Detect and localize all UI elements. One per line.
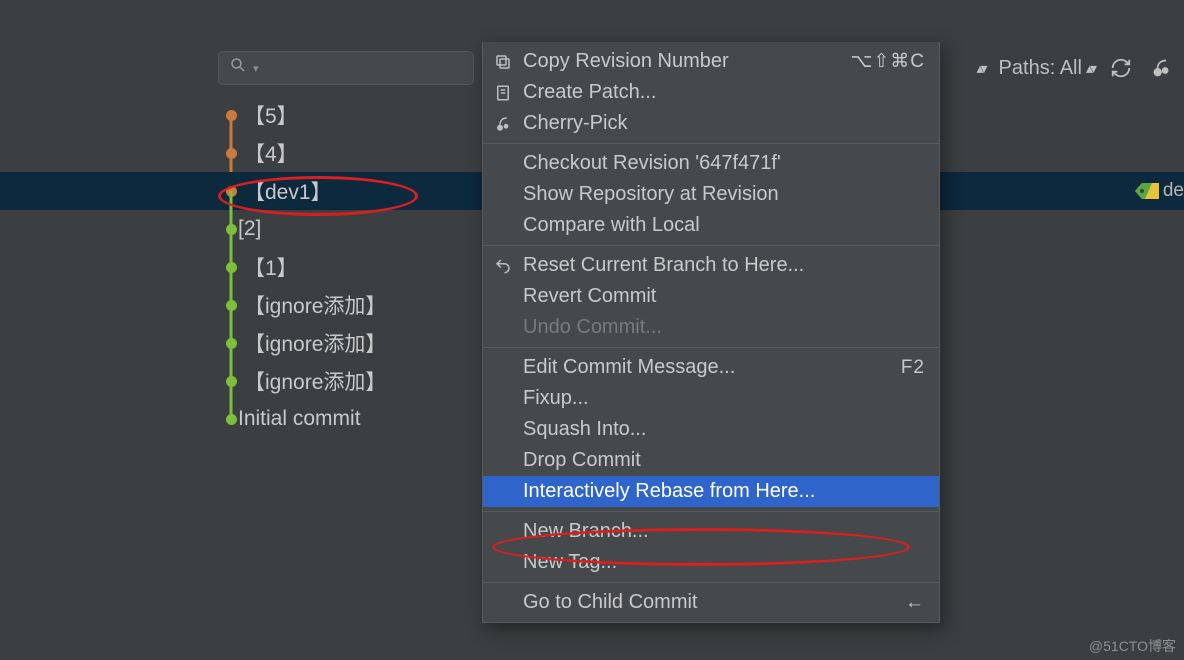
editor-area-strip <box>0 0 1184 42</box>
tag-icon <box>1135 182 1159 200</box>
paths-filter-dropdown[interactable]: Paths: All ▴▾ <box>999 57 1094 80</box>
menu-label: Create Patch... <box>523 81 656 104</box>
updown-icon-left[interactable]: ▴▾ <box>976 60 984 77</box>
menu-compare-local[interactable]: Compare with Local <box>483 210 939 241</box>
commit-label: 【ignore添加】 <box>244 290 386 320</box>
arrow-left-icon: ← <box>905 592 925 614</box>
commit-label: 【ignore添加】 <box>244 366 386 396</box>
menu-show-repo[interactable]: Show Repository at Revision <box>483 179 939 210</box>
menu-interactive-rebase[interactable]: Interactively Rebase from Here... <box>483 476 939 507</box>
commit-label: 【1】 <box>244 252 298 282</box>
menu-label: Fixup... <box>523 387 589 410</box>
menu-shortcut: ⌥⇧⌘C <box>850 50 925 73</box>
menu-label: Cherry-Pick <box>523 112 627 135</box>
commit-context-menu: Copy Revision Number ⌥⇧⌘C Create Patch..… <box>482 42 940 623</box>
menu-copy-revision[interactable]: Copy Revision Number ⌥⇧⌘C <box>483 46 939 77</box>
menu-new-tag[interactable]: New Tag... <box>483 547 939 578</box>
menu-drop-commit[interactable]: Drop Commit <box>483 445 939 476</box>
menu-label: Copy Revision Number <box>523 50 729 73</box>
commit-label: [2] <box>238 217 261 241</box>
menu-reset-branch[interactable]: Reset Current Branch to Here... <box>483 250 939 281</box>
commit-label: 【5】 <box>244 100 298 130</box>
menu-fixup[interactable]: Fixup... <box>483 383 939 414</box>
updown-icon: ▴▾ <box>1086 60 1094 77</box>
copy-icon <box>491 53 515 71</box>
search-icon <box>229 56 247 80</box>
menu-label: Edit Commit Message... <box>523 356 735 379</box>
patch-icon <box>491 84 515 102</box>
menu-checkout-revision[interactable]: Checkout Revision '647f471f' <box>483 148 939 179</box>
menu-label: Checkout Revision '647f471f' <box>523 152 781 175</box>
branch-tag-badge[interactable]: de <box>1135 172 1184 210</box>
menu-label: New Branch... <box>523 520 649 543</box>
menu-squash[interactable]: Squash Into... <box>483 414 939 445</box>
menu-label: Undo Commit... <box>523 316 662 339</box>
refresh-button[interactable] <box>1108 55 1134 81</box>
menu-label: Show Repository at Revision <box>523 183 779 206</box>
menu-label: Drop Commit <box>523 449 641 472</box>
chevron-down-icon: ▾ <box>253 62 259 75</box>
undo-icon <box>491 257 515 275</box>
menu-undo-commit: Undo Commit... <box>483 312 939 343</box>
menu-revert-commit[interactable]: Revert Commit <box>483 281 939 312</box>
menu-edit-message[interactable]: Edit Commit Message... F2 <box>483 352 939 383</box>
cherry-pick-toolbar-button[interactable] <box>1148 55 1174 81</box>
tool-window-gutter <box>0 42 214 660</box>
menu-shortcut: F2 <box>901 357 925 379</box>
commit-label: Initial commit <box>238 407 361 431</box>
paths-label: Paths: All <box>999 57 1082 80</box>
menu-create-patch[interactable]: Create Patch... <box>483 77 939 108</box>
log-toolbar-right: ▴▾ Paths: All ▴▾ <box>976 48 1184 88</box>
commit-label: 【4】 <box>244 138 298 168</box>
menu-cherry-pick[interactable]: Cherry-Pick <box>483 108 939 139</box>
menu-label: Reset Current Branch to Here... <box>523 254 804 277</box>
menu-label: Interactively Rebase from Here... <box>523 480 815 503</box>
search-input[interactable]: ▾ <box>218 51 474 85</box>
menu-new-branch[interactable]: New Branch... <box>483 516 939 547</box>
menu-label: Squash Into... <box>523 418 646 441</box>
commit-label: 【ignore添加】 <box>244 328 386 358</box>
commit-label: 【dev1】 <box>244 176 332 206</box>
menu-label: Compare with Local <box>523 214 700 237</box>
menu-label: New Tag... <box>523 551 617 574</box>
watermark: @51CTO博客 <box>1089 636 1176 656</box>
cherry-icon <box>491 115 515 133</box>
menu-label: Go to Child Commit <box>523 591 698 614</box>
tag-text: de <box>1163 180 1184 202</box>
menu-label: Revert Commit <box>523 285 656 308</box>
menu-go-child-commit[interactable]: Go to Child Commit ← <box>483 587 939 618</box>
